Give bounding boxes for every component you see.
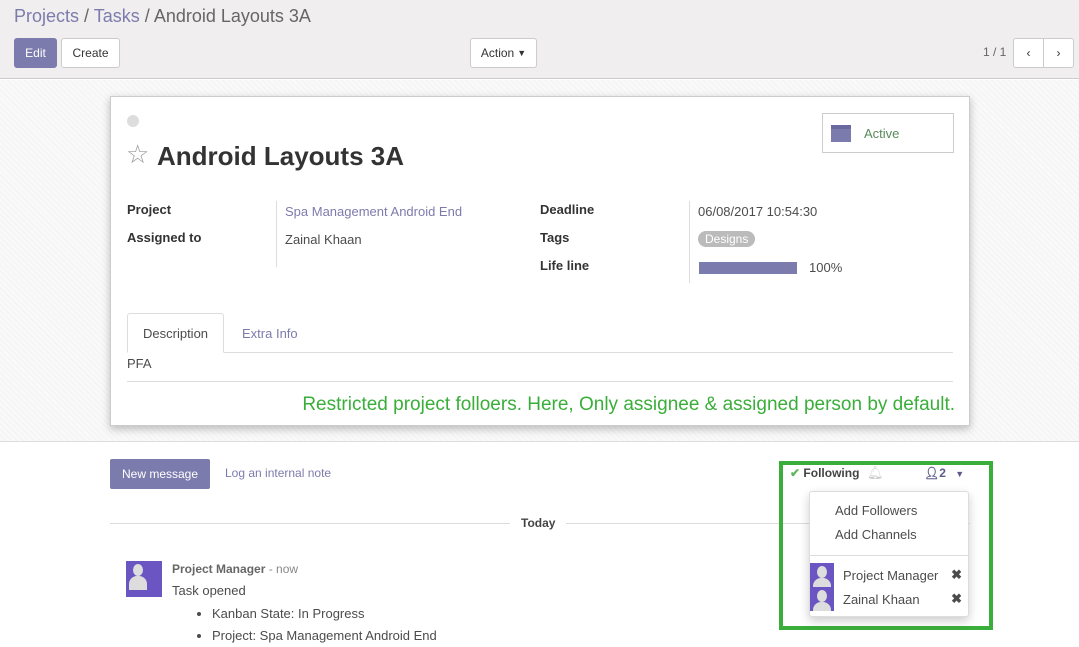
add-followers-item[interactable]: Add Followers: [835, 503, 917, 518]
tracking-item: Kanban State: In Progress: [212, 603, 437, 625]
bell-icon[interactable]: 🔔︎: [867, 465, 884, 481]
create-button[interactable]: Create: [61, 38, 120, 68]
message-author[interactable]: Project Manager: [172, 562, 265, 576]
deadline-value[interactable]: 06/08/2017 10:54:30: [698, 204, 817, 219]
author-avatar[interactable]: [126, 561, 162, 597]
divider: [127, 381, 953, 382]
log-note-button[interactable]: Log an internal note: [225, 466, 331, 480]
pager-previous-button[interactable]: ‹: [1013, 38, 1044, 68]
breadcrumb-sep: /: [84, 6, 90, 26]
lifeline-progressbar: [699, 262, 797, 274]
pager-value[interactable]: 1 / 1: [983, 45, 1006, 59]
deadline-label: Deadline: [540, 202, 595, 217]
following-label: Following: [803, 466, 860, 480]
kanban-state-icon[interactable]: [127, 115, 139, 127]
remove-follower-icon[interactable]: ✖: [951, 567, 962, 583]
assigned-value[interactable]: Zainal Khaan: [285, 232, 362, 247]
add-channels-item[interactable]: Add Channels: [835, 527, 917, 542]
user-icon: 👤︎: [924, 466, 940, 480]
remove-follower-icon[interactable]: ✖: [951, 591, 962, 607]
tracking-item: Project: Spa Management Android End: [212, 625, 437, 647]
followers-count: 2: [939, 466, 946, 480]
divider: [276, 201, 277, 267]
form-sheet: ☆ Android Layouts 3A Active Project Spa …: [110, 96, 970, 426]
active-label: Active: [864, 125, 900, 141]
lifeline-label: Life line: [540, 258, 590, 273]
date-separator: Today: [510, 516, 567, 530]
action-dropdown[interactable]: Action ▼: [470, 38, 537, 68]
follower-name: Project Manager: [843, 567, 939, 583]
archive-icon: [831, 124, 851, 142]
check-icon: ✔: [790, 466, 801, 480]
chevron-left-icon: ‹: [1026, 46, 1031, 60]
caret-down-icon: ▼: [955, 469, 965, 479]
tags-label: Tags: [540, 230, 570, 245]
breadcrumb-current: Android Layouts 3A: [153, 6, 311, 26]
annotation-text: Restricted project folloers. Here, Only …: [302, 394, 955, 415]
follower-item[interactable]: Zainal Khaan ✖: [810, 587, 968, 611]
assigned-label: Assigned to: [127, 230, 202, 245]
active-toggle-button[interactable]: Active: [822, 113, 954, 153]
message-header: Project Manager - now: [172, 562, 298, 576]
follower-item[interactable]: Project Manager ✖: [810, 563, 968, 587]
chevron-right-icon: ›: [1056, 46, 1061, 60]
caret-down-icon: ▼: [517, 48, 527, 58]
follower-avatar: [810, 563, 834, 587]
message-time: - now: [268, 562, 299, 576]
follower-name: Zainal Khaan: [843, 591, 920, 607]
tag-badge[interactable]: Designs: [698, 231, 756, 247]
tracking-list: Kanban State: In Progress Project: Spa M…: [172, 603, 437, 647]
following-button[interactable]: ✔ Following: [790, 466, 859, 480]
breadcrumb-tasks[interactable]: Tasks: [94, 6, 140, 26]
divider: [810, 555, 968, 556]
message-body: Task opened: [172, 583, 246, 598]
lifeline-value: 100%: [809, 260, 843, 275]
pager-next-button[interactable]: ›: [1043, 38, 1074, 68]
breadcrumb-sep: /: [144, 6, 150, 26]
follower-avatar: [810, 587, 834, 611]
tab-description[interactable]: Description: [127, 313, 225, 353]
description-text[interactable]: PFA: [127, 356, 152, 371]
lifeline-fill: [699, 262, 797, 274]
edit-button[interactable]: Edit: [14, 38, 57, 68]
task-title: Android Layouts 3A: [157, 141, 405, 171]
breadcrumb: Projects / Tasks / Android Layouts 3A: [14, 6, 311, 27]
action-label: Action: [480, 46, 515, 60]
followers-dropdown[interactable]: 👤︎2 ▼: [924, 466, 964, 480]
project-link[interactable]: Spa Management Android End: [285, 204, 462, 219]
divider: [689, 201, 690, 283]
new-message-button[interactable]: New message: [110, 459, 210, 489]
project-label: Project: [127, 202, 172, 217]
followers-menu: Add Followers Add Channels Project Manag…: [809, 491, 969, 617]
tab-extra-info[interactable]: Extra Info: [227, 313, 313, 353]
breadcrumb-projects[interactable]: Projects: [14, 6, 79, 26]
star-icon[interactable]: ☆: [126, 139, 149, 170]
control-panel: Projects / Tasks / Android Layouts 3A Ed…: [0, 0, 1079, 79]
